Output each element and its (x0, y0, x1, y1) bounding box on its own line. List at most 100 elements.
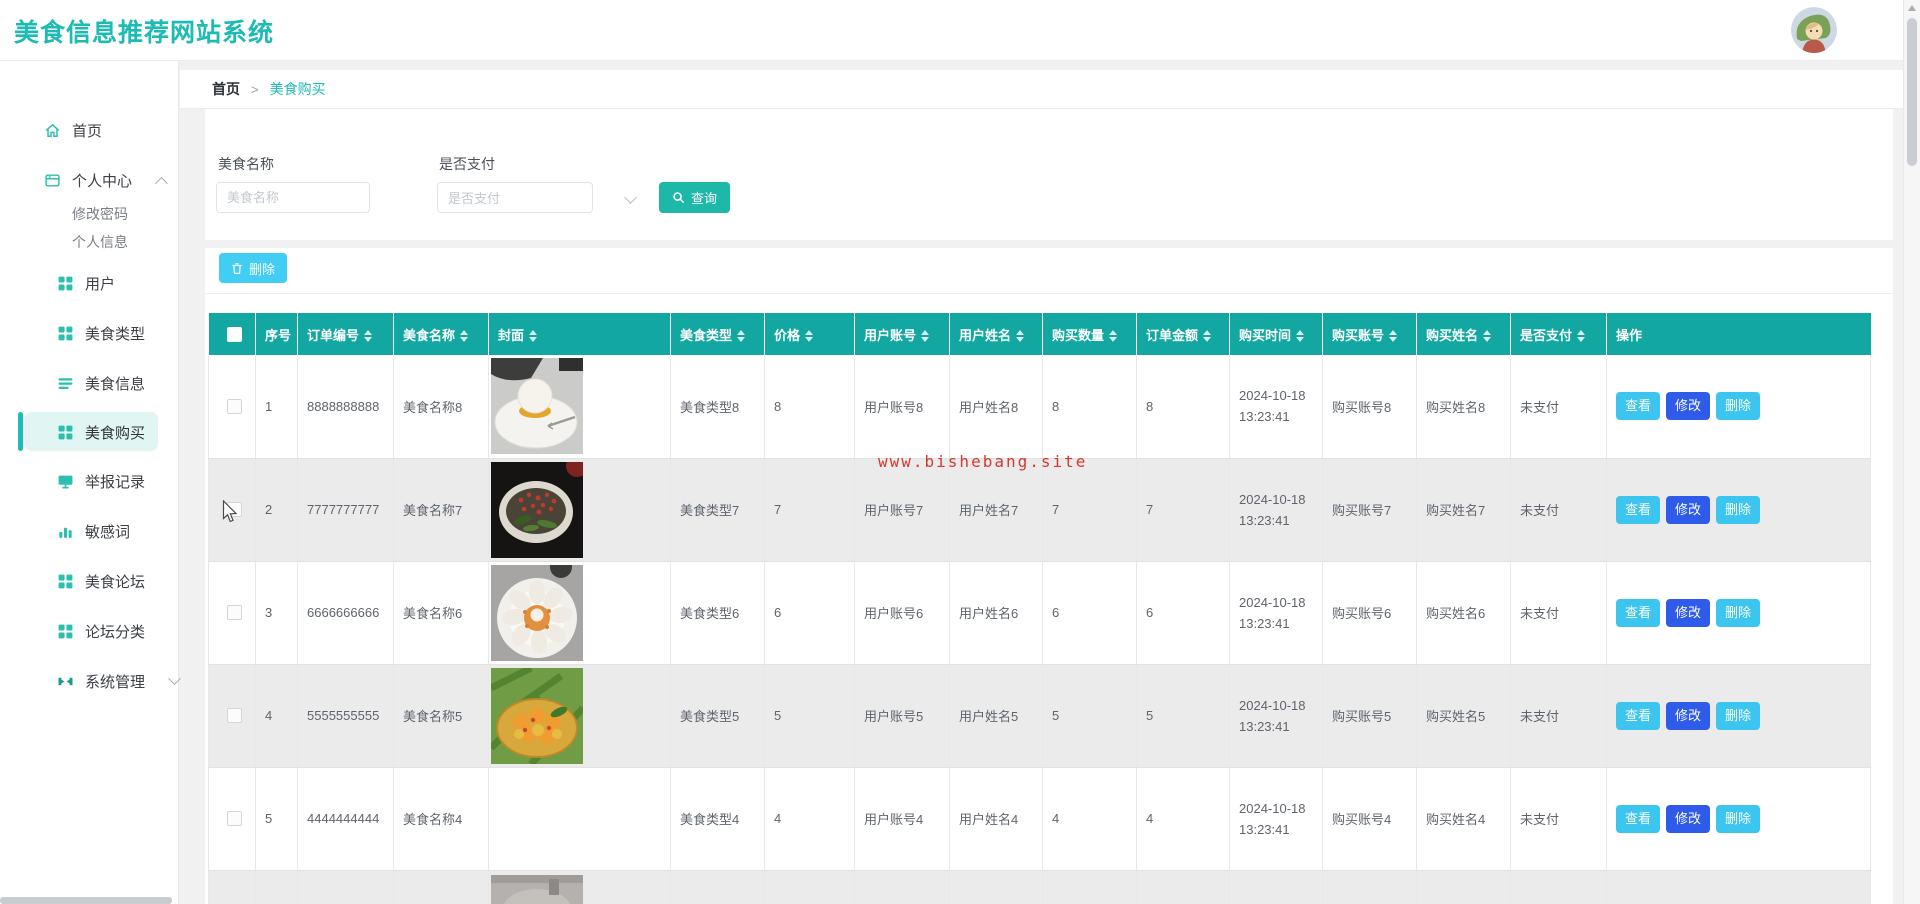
sort-caret-icon[interactable] (1483, 329, 1492, 342)
column-header-11[interactable]: 购买账号 (1322, 313, 1417, 355)
scrollbar-up-arrow-icon[interactable] (1908, 5, 1916, 11)
cell-order-no: 5555555555 (297, 664, 394, 768)
column-header-12[interactable]: 购买姓名 (1416, 313, 1511, 355)
sort-caret-icon[interactable] (529, 329, 538, 342)
vertical-scrollbar-thumb[interactable] (1907, 18, 1917, 166)
sidebar-item-sensitive-words[interactable]: 敏感词 (0, 511, 179, 551)
row-checkbox[interactable] (227, 811, 242, 826)
edit-button[interactable]: 修改 (1666, 804, 1711, 833)
sort-caret-icon[interactable] (460, 329, 469, 342)
monitor-icon (57, 473, 74, 490)
horizontal-scrollbar[interactable] (0, 897, 1903, 904)
cell-amount: 7 (1136, 458, 1230, 562)
sidebar-item-food-types[interactable]: 美食类型 (0, 313, 179, 353)
delete-row-button[interactable]: 删除 (1716, 804, 1761, 833)
sort-caret-icon[interactable] (737, 329, 746, 342)
row-checkbox[interactable] (227, 605, 242, 620)
sidebar-item-forum-categories[interactable]: 论坛分类 (0, 611, 179, 651)
column-header-1[interactable]: 订单编号 (297, 313, 394, 355)
system-icon (57, 673, 74, 690)
column-header-8[interactable]: 购买数量 (1042, 313, 1137, 355)
sort-caret-icon[interactable] (1109, 329, 1118, 342)
view-button[interactable]: 查看 (1616, 392, 1661, 421)
sidebar-item-food-forum[interactable]: 美食论坛 (0, 561, 179, 601)
cell-food-type: 美食类型8 (670, 355, 765, 459)
sidebar-item-system-management[interactable]: 系统管理 (0, 661, 181, 701)
sidebar-item-food-purchase[interactable]: 美食购买 (0, 412, 179, 452)
row-checkbox-cell (208, 355, 256, 459)
sidebar-item-label: 举报记录 (85, 473, 146, 491)
cell-food-type: 美食类型4 (670, 767, 765, 871)
column-header-3[interactable]: 封面 (488, 313, 671, 355)
column-header-6[interactable]: 用户账号 (854, 313, 950, 355)
is-paid-select[interactable]: 是否支付 (437, 182, 593, 213)
sidebar-item-label: 美食购买 (85, 424, 146, 442)
user-avatar[interactable] (1791, 7, 1837, 53)
cell-buyer-name: 购买姓名5 (1416, 664, 1511, 768)
edit-button[interactable]: 修改 (1666, 598, 1711, 627)
sidebar-item-food-info[interactable]: 美食信息 (0, 363, 179, 403)
table-panel: 删除 序号 订单编号 美食名称 封面 美食类型 价格 用户账号 用户姓名 购买数量 订单金额 购买时… (205, 248, 1893, 904)
cell-paid: 未支付 (1510, 767, 1607, 871)
column-header-13[interactable]: 是否支付 (1510, 313, 1607, 355)
delete-button[interactable]: 删除 (219, 253, 288, 283)
sort-caret-icon[interactable] (1389, 329, 1398, 342)
column-header-5[interactable]: 价格 (764, 313, 855, 355)
column-header-4[interactable]: 美食类型 (670, 313, 765, 355)
food-name-input[interactable] (216, 182, 370, 213)
view-button[interactable]: 查看 (1616, 804, 1661, 833)
sort-caret-icon[interactable] (364, 329, 373, 342)
grid-icon (57, 275, 74, 292)
breadcrumb-current-link[interactable]: 美食购买 (270, 79, 326, 99)
select-all-checkbox[interactable] (226, 326, 242, 342)
delete-row-button[interactable]: 删除 (1716, 392, 1761, 421)
cell-index: 5 (255, 767, 298, 871)
select-chevron-down-icon[interactable] (624, 191, 637, 204)
edit-button[interactable]: 修改 (1666, 392, 1711, 421)
column-header-2[interactable]: 美食名称 (393, 313, 489, 355)
food-cover-image-sashimi-platter (491, 564, 583, 661)
sidebar-item-label: 论坛分类 (85, 623, 146, 641)
cell-amount: 5 (1136, 664, 1230, 768)
column-header-label: 用户姓名 (959, 327, 1012, 343)
sidebar-item-user-center[interactable]: 个人中心 (0, 160, 179, 200)
watermark-text: www.bishebang.site (878, 452, 1088, 471)
edit-button[interactable]: 修改 (1666, 495, 1711, 524)
sort-caret-icon[interactable] (1016, 329, 1025, 342)
sidebar-item-report-records[interactable]: 举报记录 (0, 461, 179, 501)
view-button[interactable]: 查看 (1616, 495, 1661, 524)
horizontal-scrollbar-thumb[interactable] (0, 897, 172, 904)
view-button[interactable]: 查看 (1616, 598, 1661, 627)
query-button[interactable]: 查询 (659, 182, 731, 213)
delete-row-button[interactable]: 删除 (1716, 598, 1761, 627)
cell-price: 8 (764, 355, 855, 459)
food-cover-image-egg-dessert (491, 358, 583, 455)
sidebar-item-users[interactable]: 用户 (0, 263, 179, 303)
column-header-label: 是否支付 (1520, 327, 1573, 343)
cell-user-name: 用户姓名4 (949, 767, 1043, 871)
sidebar-item-change-password[interactable]: 修改密码 (72, 200, 128, 228)
cell-food-name: 美食名称5 (393, 664, 489, 768)
row-checkbox[interactable] (227, 708, 242, 723)
sort-caret-icon[interactable] (805, 329, 814, 342)
sort-caret-icon[interactable] (1296, 329, 1305, 342)
chevron-up-icon (155, 176, 168, 190)
cell-paid: 未支付 (1510, 561, 1607, 665)
sidebar-item-home[interactable]: 首页 (0, 110, 179, 150)
delete-row-button[interactable]: 删除 (1716, 701, 1761, 730)
app-header: 美食信息推荐网站系统 (0, 0, 1920, 61)
view-button[interactable]: 查看 (1616, 701, 1661, 730)
row-checkbox[interactable] (227, 398, 242, 414)
edit-button[interactable]: 修改 (1666, 701, 1711, 730)
delete-row-button[interactable]: 删除 (1716, 495, 1761, 524)
sort-caret-icon[interactable] (1203, 329, 1212, 342)
search-panel: 美食名称 是否支付 是否支付 查询 (205, 109, 1893, 240)
column-header-7[interactable]: 用户姓名 (949, 313, 1043, 355)
sidebar-item-personal-info[interactable]: 个人信息 (72, 228, 128, 256)
breadcrumb-home-link[interactable]: 首页 (212, 79, 240, 99)
sort-caret-icon[interactable] (1577, 329, 1586, 342)
column-header-10[interactable]: 购买时间 (1229, 313, 1323, 355)
vertical-scrollbar[interactable] (1903, 0, 1920, 904)
sort-caret-icon[interactable] (921, 329, 930, 342)
column-header-9[interactable]: 订单金额 (1136, 313, 1230, 355)
